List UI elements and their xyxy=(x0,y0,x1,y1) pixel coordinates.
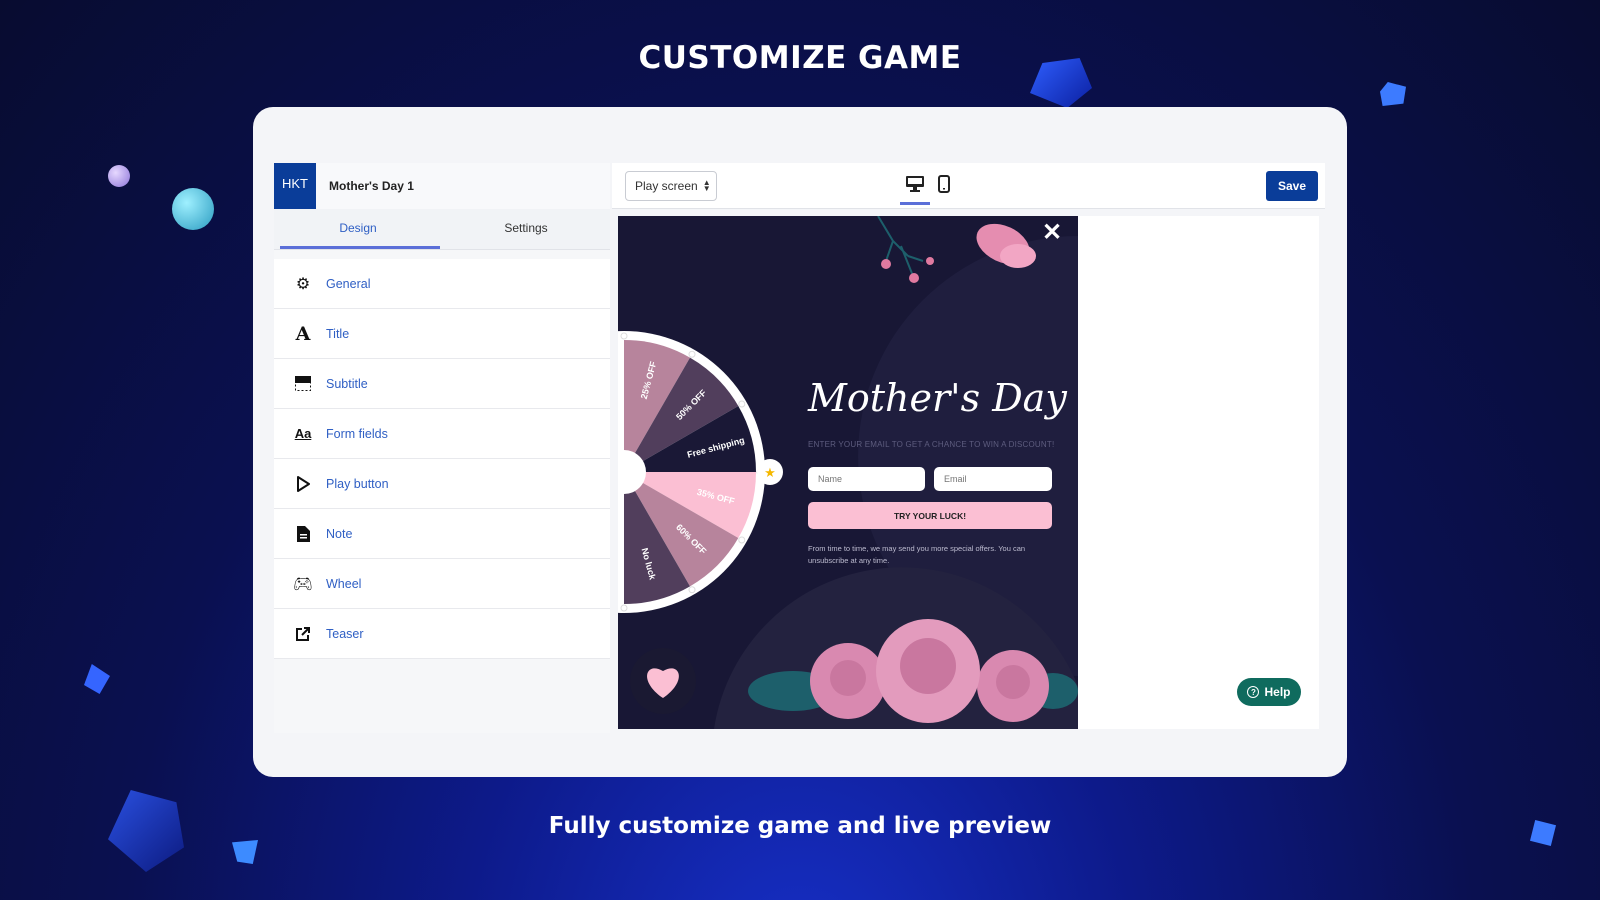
design-menu: ⚙ General A Title Subtitle Aa Form fields P… xyxy=(274,259,610,659)
sidebar-item-label: Teaser xyxy=(326,626,364,641)
screen-select[interactable]: Play screen ▲ ▼ xyxy=(625,171,717,201)
popup-note: From time to time, we may send you more … xyxy=(808,544,1026,565)
sidebar-item-label: Title xyxy=(326,326,350,341)
sidebar-item-play-button[interactable]: Play button xyxy=(274,459,610,509)
mobile-view-button[interactable] xyxy=(934,175,954,197)
wheel-peg xyxy=(688,350,696,358)
flower-sprig-icon xyxy=(877,216,934,283)
star-icon: ★ xyxy=(764,465,776,480)
external-link-icon xyxy=(294,625,312,643)
sidebar: HKT Mother's Day 1 Design Settings ⚙ Gene… xyxy=(274,163,610,733)
subtitle-icon xyxy=(294,375,312,393)
sidebar-item-form-fields[interactable]: Aa Form fields xyxy=(274,409,610,459)
decor-crystal xyxy=(232,840,258,864)
sidebar-item-wheel[interactable]: 🎮︎ Wheel xyxy=(274,559,610,609)
desktop-view-button[interactable] xyxy=(900,171,930,205)
sidebar-item-label: Note xyxy=(326,526,353,541)
save-button[interactable]: Save xyxy=(1266,171,1318,201)
wheel-pointer: ★ xyxy=(757,459,783,485)
sidebar-item-label: Play button xyxy=(326,476,389,491)
popup-subtitle: Enter your email to get a chance to win … xyxy=(808,440,1055,449)
try-luck-button[interactable]: TRY YOUR LUCK! xyxy=(808,502,1052,529)
campaign-header: HKT Mother's Day 1 xyxy=(274,163,610,209)
sidebar-item-label: Form fields xyxy=(326,426,388,441)
page-subheadline: Fully customize game and live preview xyxy=(548,813,1052,839)
decor-crystal xyxy=(1380,82,1406,106)
help-icon: ? xyxy=(1247,686,1260,698)
sidebar-item-teaser[interactable]: Teaser xyxy=(274,609,610,659)
sidebar-item-title[interactable]: A Title xyxy=(274,309,610,359)
wheel-peg xyxy=(620,604,628,612)
name-field[interactable] xyxy=(808,467,925,491)
close-icon[interactable]: ✕ xyxy=(1042,218,1062,247)
gear-icon: ⚙ xyxy=(295,275,311,293)
help-button[interactable]: ? Help xyxy=(1237,678,1301,706)
preview-toolbar: Play screen ▲ ▼ Save xyxy=(612,163,1325,209)
wheel-peg xyxy=(620,332,628,340)
email-field[interactable] xyxy=(934,467,1052,491)
font-icon: A xyxy=(295,322,311,345)
play-icon xyxy=(294,475,312,493)
sidebar-item-subtitle[interactable]: Subtitle xyxy=(274,359,610,409)
sidebar-item-label: Subtitle xyxy=(326,376,368,391)
sidebar-item-general[interactable]: ⚙ General xyxy=(274,259,610,309)
help-label: Help xyxy=(1264,685,1291,699)
game-popup: 25% OFF 50% OFF Free shipping 35% OFF 60% OF… xyxy=(618,216,1078,729)
heart-badge xyxy=(630,648,696,714)
wheel-peg xyxy=(738,536,746,544)
form-fields-icon: Aa xyxy=(294,426,312,441)
sidebar-item-note[interactable]: Note xyxy=(274,509,610,559)
decor-crystal xyxy=(84,664,110,694)
decor-sphere xyxy=(108,165,130,187)
sidebar-item-label: General xyxy=(326,276,371,291)
mobile-icon xyxy=(938,175,950,193)
wheel-peg xyxy=(688,586,696,594)
page-headline: CUSTOMIZE GAME xyxy=(638,40,962,76)
sort-arrows-icon: ▲ ▼ xyxy=(702,178,711,193)
screen-select-value: Play screen xyxy=(635,179,698,193)
sidebar-item-label: Wheel xyxy=(326,576,362,591)
live-preview: 25% OFF 50% OFF Free shipping 35% OFF 60% OF… xyxy=(618,216,1319,729)
sidebar-tabs: Design Settings xyxy=(274,209,610,250)
desktop-icon xyxy=(906,176,924,192)
gamepad-icon: 🎮︎ xyxy=(292,575,314,593)
campaign-name: Mother's Day 1 xyxy=(329,179,414,193)
tab-settings[interactable]: Settings xyxy=(442,209,610,249)
popup-title: Mother's Day xyxy=(808,376,1067,420)
brand-logo: HKT xyxy=(274,163,316,209)
decor-sphere xyxy=(172,188,214,230)
tab-design[interactable]: Design xyxy=(274,209,442,249)
prize-wheel[interactable]: 25% OFF50% OFFFree shipping35% OFF60% OF… xyxy=(618,331,765,613)
wheel-peg xyxy=(738,400,746,408)
document-icon xyxy=(294,525,312,543)
